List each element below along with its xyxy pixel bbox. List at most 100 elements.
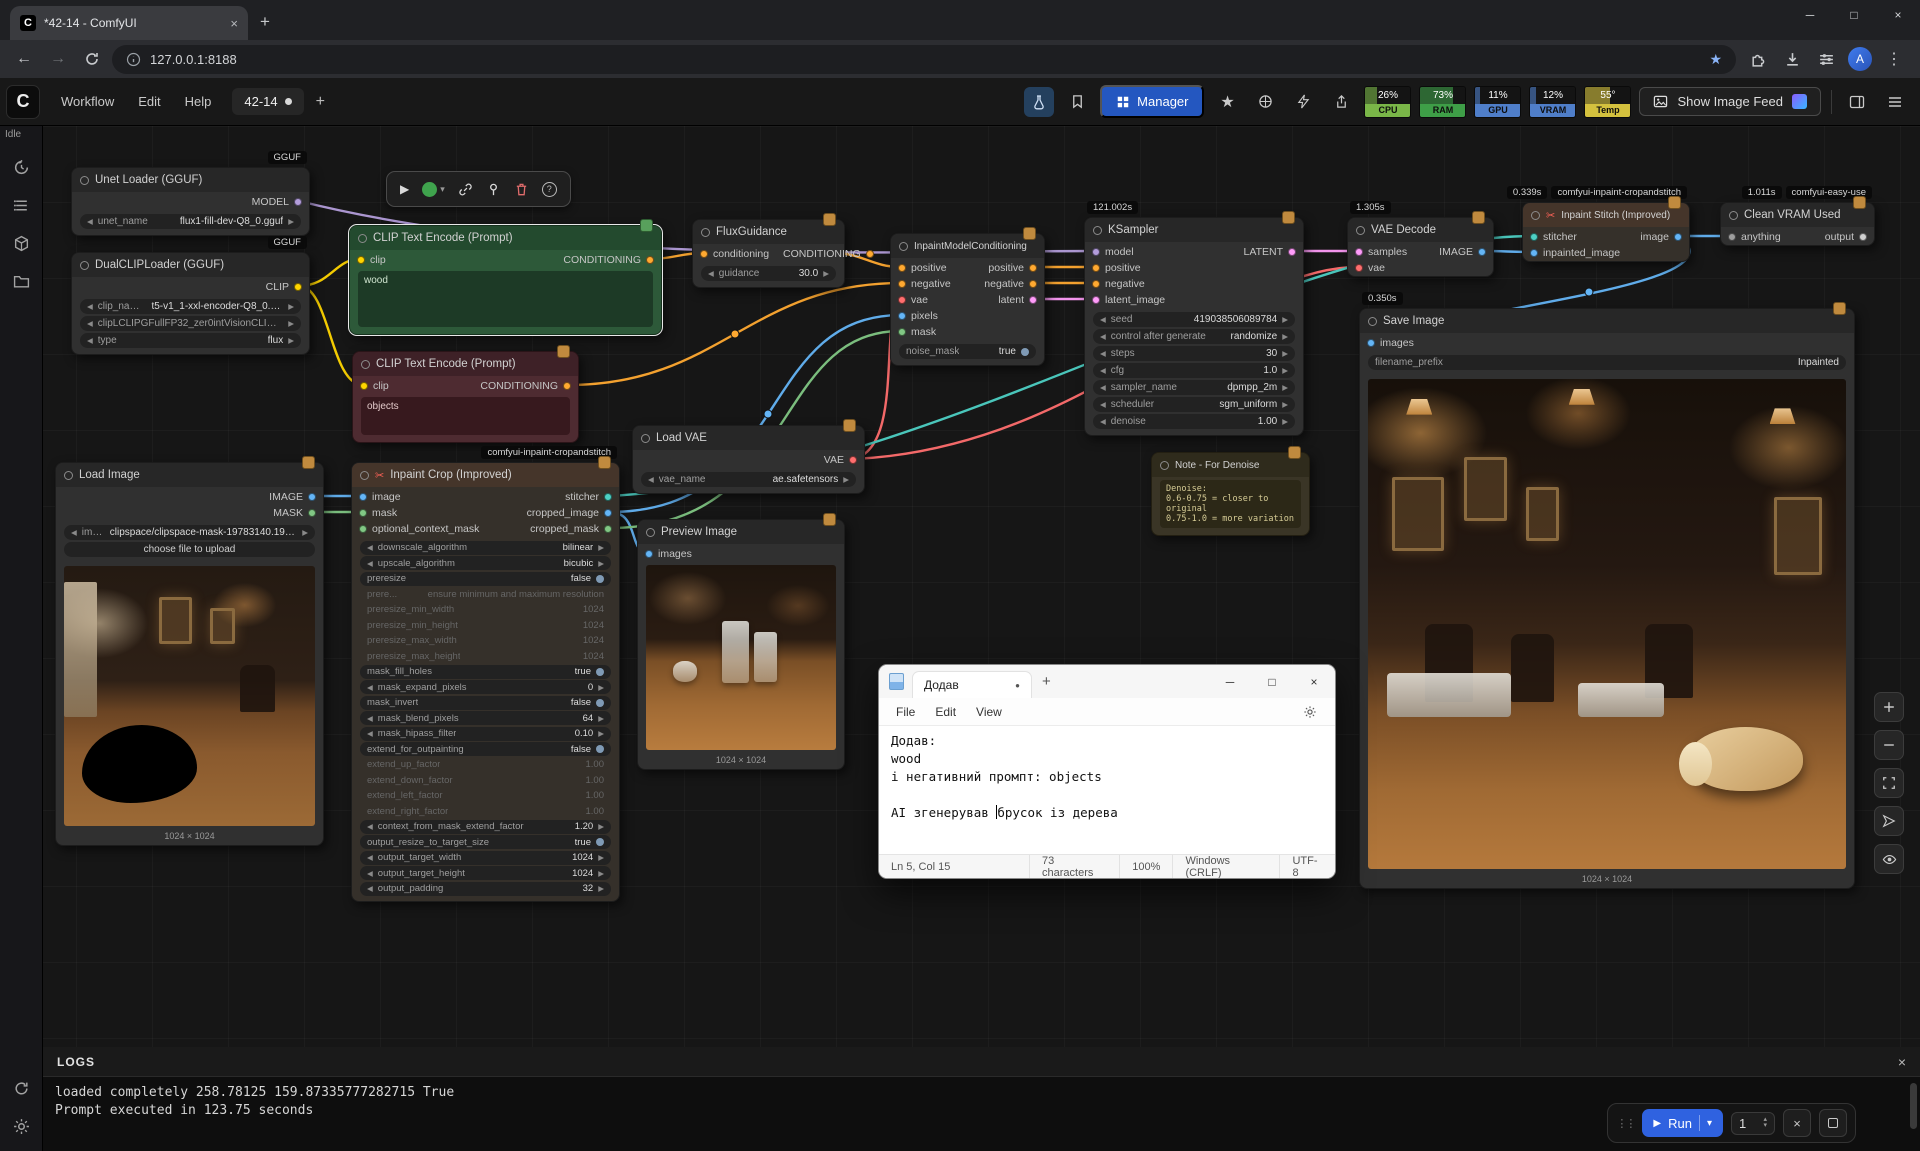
preview-image[interactable] bbox=[646, 565, 836, 750]
node-inpaint-crop[interactable]: comfyui-inpaint-cropandstitch ✂ Inpaint … bbox=[351, 446, 620, 902]
node-flux-guidance[interactable]: FluxGuidance conditioning CONDITIONING ◀ g… bbox=[692, 213, 874, 288]
node-inpaint-model-conditioning[interactable]: InpaintModelConditioning positive negativ… bbox=[890, 227, 1045, 366]
node-title-bar[interactable]: ✂ Inpaint Crop (Improved) bbox=[352, 463, 619, 487]
output-port-IMAGE[interactable]: IMAGE bbox=[1432, 244, 1493, 260]
widget-preresize_min_height[interactable]: preresize_min_height 1024 bbox=[360, 618, 611, 632]
port-dot-icon[interactable] bbox=[1530, 249, 1538, 257]
delete-button[interactable] bbox=[514, 182, 529, 197]
notepad-maximize-button[interactable]: □ bbox=[1251, 665, 1293, 698]
node-inpaint-stitch[interactable]: 0.339s comfyui-inpaint-cropandstitch ✂ In… bbox=[1506, 186, 1690, 262]
collapse-dot[interactable] bbox=[1531, 210, 1540, 220]
input-port-positive[interactable]: positive bbox=[891, 260, 958, 276]
collapse-dot[interactable] bbox=[1160, 460, 1169, 470]
notepad-menu-file[interactable]: File bbox=[887, 701, 924, 723]
port-dot-icon[interactable] bbox=[1530, 233, 1538, 241]
input-port-vae[interactable]: vae bbox=[1348, 260, 1414, 276]
widget-output_target_height[interactable]: ◀ output_target_height 1024 ▶ bbox=[360, 866, 611, 880]
input-port-conditioning[interactable]: conditioning bbox=[693, 246, 776, 262]
note-text[interactable]: Denoise: 0.6-0.75 = closer to original 0… bbox=[1160, 480, 1301, 528]
widget-preresize_max_width[interactable]: preresize_max_width 1024 bbox=[360, 634, 611, 648]
widget-clipLCLIPGFullFP32_zer0intVisionCLIPL.s...[interactable]: ◀ clipLCLIPGFullFP32_zer0intVisionCLIPL.s… bbox=[80, 316, 301, 331]
widget-steps[interactable]: ◀ steps 30 ▶ bbox=[1093, 346, 1295, 361]
input-port-mask[interactable]: mask bbox=[891, 324, 958, 340]
refresh-icon[interactable] bbox=[6, 1073, 36, 1103]
node-preview-image[interactable]: Preview Image images 1024 × 1024 bbox=[637, 513, 845, 770]
input-port-optional_context_mask[interactable]: optional_context_mask bbox=[352, 521, 486, 537]
link-icon-button[interactable] bbox=[458, 182, 473, 197]
widget-extend_left_factor[interactable]: extend_left_factor 1.00 bbox=[360, 789, 611, 803]
notepad-editor[interactable]: Додав: wood і негативний промпт: objects… bbox=[879, 726, 1335, 854]
logs-scrollbar[interactable] bbox=[1910, 1083, 1917, 1129]
node-title-bar[interactable]: Unet Loader (GGUF) bbox=[72, 168, 309, 192]
input-port-mask[interactable]: mask bbox=[352, 505, 486, 521]
output-port-LATENT[interactable]: LATENT bbox=[1237, 244, 1303, 260]
run-options-chevron-icon[interactable]: ▾ bbox=[1707, 1118, 1712, 1129]
zoom-in-button[interactable] bbox=[1874, 692, 1904, 722]
widget-image[interactable]: ◀imageclipspace/clipspace-mask-19783140.… bbox=[64, 525, 315, 540]
reload-button[interactable] bbox=[78, 45, 106, 73]
toggle-visibility-button[interactable] bbox=[1874, 844, 1904, 874]
collapse-dot[interactable] bbox=[1729, 210, 1738, 220]
help-button[interactable]: ? bbox=[541, 181, 557, 197]
port-dot-icon[interactable] bbox=[360, 382, 368, 390]
input-port-negative[interactable]: negative bbox=[1085, 276, 1172, 292]
node-vae-decode[interactable]: 1.305s VAE Decode samples vae IMAGE bbox=[1347, 201, 1494, 277]
input-port-latent_image[interactable]: latent_image bbox=[1085, 292, 1172, 308]
port-dot-icon[interactable] bbox=[359, 493, 367, 501]
extensions-puzzle-icon[interactable] bbox=[1746, 47, 1770, 71]
port-dot-icon[interactable] bbox=[1029, 280, 1037, 288]
new-workflow-button[interactable]: + bbox=[306, 89, 335, 115]
profile-avatar[interactable]: A bbox=[1848, 47, 1872, 71]
output-port-IMAGE[interactable]: IMAGE bbox=[262, 489, 323, 505]
port-dot-icon[interactable] bbox=[359, 525, 367, 533]
widget-denoise[interactable]: ◀ denoise 1.00 ▶ bbox=[1093, 414, 1295, 429]
downloads-icon[interactable] bbox=[1780, 47, 1804, 71]
input-port-positive[interactable]: positive bbox=[1085, 260, 1172, 276]
select-mode-button[interactable] bbox=[1874, 806, 1904, 836]
flask-icon[interactable] bbox=[1024, 86, 1055, 117]
input-port-samples[interactable]: samples bbox=[1348, 244, 1414, 260]
notepad-tab[interactable]: Додав ● bbox=[912, 671, 1032, 698]
prompt-textarea[interactable]: wood bbox=[358, 271, 653, 327]
output-port-image[interactable]: image bbox=[1633, 229, 1689, 245]
port-dot-icon[interactable] bbox=[1728, 233, 1736, 241]
widget-seed[interactable]: ◀ seed 419038506089784 ▶ bbox=[1093, 312, 1295, 327]
node-ksampler[interactable]: 121.002s KSampler model positive negative l… bbox=[1084, 201, 1304, 436]
window-close-button[interactable]: × bbox=[1876, 0, 1920, 30]
saved-image-preview[interactable] bbox=[1368, 379, 1846, 869]
port-dot-icon[interactable] bbox=[1092, 280, 1100, 288]
window-minimize-button[interactable]: ─ bbox=[1788, 0, 1832, 30]
node-title-bar[interactable]: Load Image bbox=[56, 463, 323, 487]
prompt-textarea[interactable]: objects bbox=[361, 397, 570, 435]
widget-control after generate[interactable]: ◀ control after generate randomize ▶ bbox=[1093, 329, 1295, 344]
collapse-dot[interactable] bbox=[360, 470, 369, 480]
star-icon[interactable]: ★ bbox=[1212, 87, 1242, 117]
input-port-clip[interactable]: clip bbox=[350, 252, 393, 268]
input-port-images[interactable]: images bbox=[1360, 335, 1421, 351]
share-icon[interactable] bbox=[1326, 87, 1356, 117]
node-title-bar[interactable]: Preview Image bbox=[638, 520, 844, 544]
widget-vae_name[interactable]: ◀ vae_name ae.safetensors ▶ bbox=[641, 472, 856, 487]
port-dot-icon[interactable] bbox=[1092, 248, 1100, 256]
node-title-bar[interactable]: Clean VRAM Used bbox=[1721, 203, 1874, 227]
port-dot-icon[interactable] bbox=[898, 296, 906, 304]
widget-preresize_min_width[interactable]: preresize_min_width 1024 bbox=[360, 603, 611, 617]
port-dot-icon[interactable] bbox=[1029, 264, 1037, 272]
collapse-dot[interactable] bbox=[701, 227, 710, 237]
collapse-dot[interactable] bbox=[80, 260, 89, 270]
port-dot-icon[interactable] bbox=[1367, 339, 1375, 347]
port-dot-icon[interactable] bbox=[1288, 248, 1296, 256]
port-dot-icon[interactable] bbox=[308, 493, 316, 501]
logs-close-icon[interactable]: × bbox=[1898, 1054, 1906, 1070]
notepad-window[interactable]: Додав ● + ─ □ × File Edit View Додав: wo… bbox=[878, 664, 1336, 879]
menu-edit[interactable]: Edit bbox=[127, 88, 171, 115]
widget-downscale_algorithm[interactable]: ◀ downscale_algorithm bilinear ▶ bbox=[360, 540, 611, 555]
fit-view-button[interactable] bbox=[1874, 768, 1904, 798]
output-port-CLIP[interactable]: CLIP bbox=[259, 279, 309, 295]
port-dot-icon[interactable] bbox=[1859, 233, 1867, 241]
collapse-dot[interactable] bbox=[64, 470, 73, 480]
widget-mask_fill_holes[interactable]: mask_fill_holes true bbox=[360, 664, 611, 679]
node-unet-loader[interactable]: GGUF Unet Loader (GGUF) MODEL ◀ unet_name… bbox=[71, 151, 310, 236]
widget-preresize[interactable]: preresize false bbox=[360, 571, 611, 586]
input-port-model[interactable]: model bbox=[1085, 244, 1172, 260]
